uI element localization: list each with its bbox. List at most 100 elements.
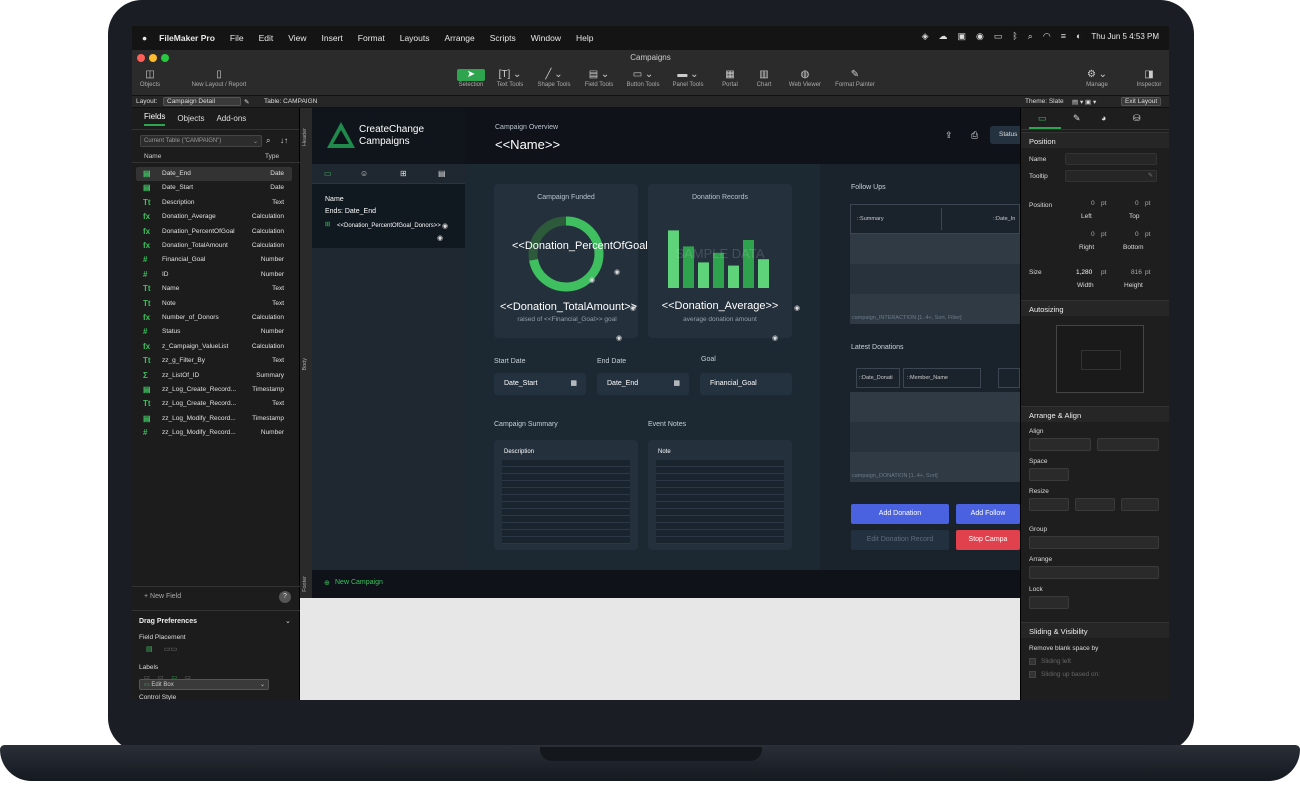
portal-button[interactable]: ▦ Portal: [716, 68, 744, 88]
field-row[interactable]: Tt Name Text: [136, 282, 292, 296]
field-row[interactable]: fx Donation_TotalAmount Calculation: [136, 239, 292, 253]
new-field-button[interactable]: + New Field: [144, 593, 181, 600]
field-row[interactable]: # Financial_Goal Number: [136, 253, 292, 267]
field-tools-button[interactable]: ▤ ⌄ Field Tools: [580, 68, 618, 88]
field-row[interactable]: fx Number_of_Donors Calculation: [136, 311, 292, 325]
sort-icon[interactable]: ↓↑: [280, 136, 288, 145]
autosizing-control[interactable]: [1056, 325, 1144, 393]
wifi-icon[interactable]: ◠: [1043, 32, 1051, 41]
status-icon-3[interactable]: ▣: [958, 32, 967, 41]
field-row[interactable]: Tt zz_g_Filter_By Text: [136, 354, 292, 368]
align-left-buttons[interactable]: [1029, 438, 1091, 451]
list-tab-gift-icon[interactable]: ⊞: [400, 169, 407, 178]
menu-clock[interactable]: Thu Jun 5 4:53 PM: [1091, 32, 1159, 41]
sliding-section[interactable]: Sliding & Visibility: [1021, 622, 1169, 638]
horizontal-placement-icon[interactable]: ▭▭: [164, 645, 177, 653]
header-part-label[interactable]: Header: [302, 128, 308, 146]
position-section[interactable]: Position: [1021, 132, 1169, 148]
col-type[interactable]: Type: [265, 153, 279, 160]
selection-tool[interactable]: ➤ Selection: [454, 68, 488, 88]
goal-field[interactable]: Financial_Goal: [700, 373, 792, 395]
field-row[interactable]: Tt Description Text: [136, 196, 292, 210]
menu-file[interactable]: File: [230, 33, 244, 43]
format-painter-button[interactable]: ✎ Format Painter: [830, 68, 880, 88]
list-tab-person-icon[interactable]: ☺: [360, 169, 368, 178]
right-value[interactable]: 0: [1091, 231, 1095, 238]
field-row[interactable]: # Status Number: [136, 325, 292, 339]
chevron-down-icon[interactable]: ⌄: [285, 617, 291, 625]
field-row[interactable]: Tt Note Text: [136, 297, 292, 311]
body-part-label[interactable]: Body: [302, 358, 308, 371]
field-row[interactable]: # zz_Log_Modify_Record... Number: [136, 426, 292, 440]
menu-edit[interactable]: Edit: [259, 33, 274, 43]
space-buttons[interactable]: [1029, 468, 1069, 481]
user-icon[interactable]: ◐: [1076, 32, 1081, 41]
add-donation-button[interactable]: Add Donation: [851, 504, 949, 524]
align-right-buttons[interactable]: [1097, 438, 1159, 451]
menu-arrange[interactable]: Arrange: [445, 33, 475, 43]
bluetooth-icon[interactable]: ᛒ: [1012, 32, 1017, 41]
menu-layouts[interactable]: Layouts: [400, 33, 430, 43]
col-name[interactable]: Name: [144, 153, 161, 160]
vertical-placement-icon[interactable]: ▤: [146, 645, 153, 653]
data-tab-icon[interactable]: ⛁: [1133, 113, 1141, 124]
panel-tools-button[interactable]: ▬ ⌄ Panel Tools: [668, 68, 708, 88]
resize-buttons-2[interactable]: [1075, 498, 1115, 511]
exit-layout-button[interactable]: Exit Layout: [1121, 97, 1162, 106]
note-field[interactable]: Note: [648, 440, 792, 550]
calendar-icon[interactable]: ▦: [570, 379, 577, 387]
theme-icons[interactable]: ▤ ▾ ▣ ▾: [1072, 98, 1096, 106]
status-icon-4[interactable]: ◉: [976, 32, 984, 41]
top-value[interactable]: 0: [1135, 200, 1139, 207]
field-row[interactable]: fx z_Campaign_ValueList Calculation: [136, 340, 292, 354]
list-tab-card-icon[interactable]: ▤: [438, 169, 446, 178]
minimize-button[interactable]: [149, 54, 157, 62]
objects-button[interactable]: ◫ Objects: [136, 68, 164, 88]
sliding-up-checkbox[interactable]: [1029, 671, 1036, 678]
lock-buttons[interactable]: [1029, 596, 1069, 609]
layout-select[interactable]: Campaign Detail: [163, 97, 241, 106]
help-icon[interactable]: ?: [279, 591, 291, 603]
close-button[interactable]: [137, 54, 145, 62]
tab-addons[interactable]: Add-ons: [216, 114, 246, 123]
appearance-tab-icon[interactable]: ◕: [1101, 113, 1106, 123]
arrange-buttons[interactable]: [1029, 566, 1159, 579]
resize-buttons-3[interactable]: [1121, 498, 1159, 511]
resize-buttons-1[interactable]: [1029, 498, 1069, 511]
search-icon[interactable]: ⌕: [266, 136, 270, 146]
tab-objects[interactable]: Objects: [177, 114, 204, 123]
start-date-field[interactable]: Date_Start ▦: [494, 373, 586, 395]
menu-scripts[interactable]: Scripts: [490, 33, 516, 43]
end-date-field[interactable]: Date_End ▦: [597, 373, 689, 395]
description-field[interactable]: Description: [494, 440, 638, 550]
width-value[interactable]: 1,280: [1076, 269, 1092, 276]
apple-icon[interactable]: ●: [142, 33, 147, 43]
web-viewer-button[interactable]: ◍ Web Viewer: [784, 68, 826, 88]
height-value[interactable]: 816: [1131, 269, 1142, 276]
battery-icon[interactable]: ▭: [994, 32, 1003, 41]
edit-layout-icon[interactable]: ✎: [244, 98, 249, 106]
autosizing-section[interactable]: Autosizing: [1021, 300, 1169, 316]
sliding-left-checkbox[interactable]: [1029, 658, 1036, 665]
group-buttons[interactable]: [1029, 536, 1159, 549]
tab-fields[interactable]: Fields: [144, 112, 166, 126]
menu-insert[interactable]: Insert: [322, 33, 343, 43]
field-row[interactable]: fx Donation_Average Calculation: [136, 210, 292, 224]
table-select[interactable]: Current Table ("CAMPAIGN") ⌄: [140, 135, 262, 147]
share-icon[interactable]: ⇪: [945, 130, 953, 141]
shape-tools-button[interactable]: ╱ ⌄ Shape Tools: [532, 68, 576, 88]
style-tab-icon[interactable]: ✎: [1073, 113, 1081, 124]
print-icon[interactable]: ⎙: [971, 130, 978, 141]
new-campaign-button[interactable]: New Campaign: [335, 579, 383, 586]
menu-view[interactable]: View: [288, 33, 306, 43]
field-row[interactable]: ▤ Date_End Date: [136, 167, 292, 181]
menu-app-name[interactable]: FileMaker Pro: [159, 33, 215, 43]
menu-format[interactable]: Format: [358, 33, 385, 43]
button-tools-button[interactable]: ▭ ⌄ Button Tools: [622, 68, 664, 88]
field-row[interactable]: ▤ zz_Log_Create_Record... Timestamp: [136, 383, 292, 397]
field-row[interactable]: Σzz_ListOf_ID Summary: [136, 369, 292, 383]
zoom-button[interactable]: [161, 54, 169, 62]
control-center-icon[interactable]: ≡: [1061, 32, 1066, 41]
text-tools-button[interactable]: [T] ⌄ Text Tools: [492, 68, 528, 88]
left-value[interactable]: 0: [1091, 200, 1095, 207]
